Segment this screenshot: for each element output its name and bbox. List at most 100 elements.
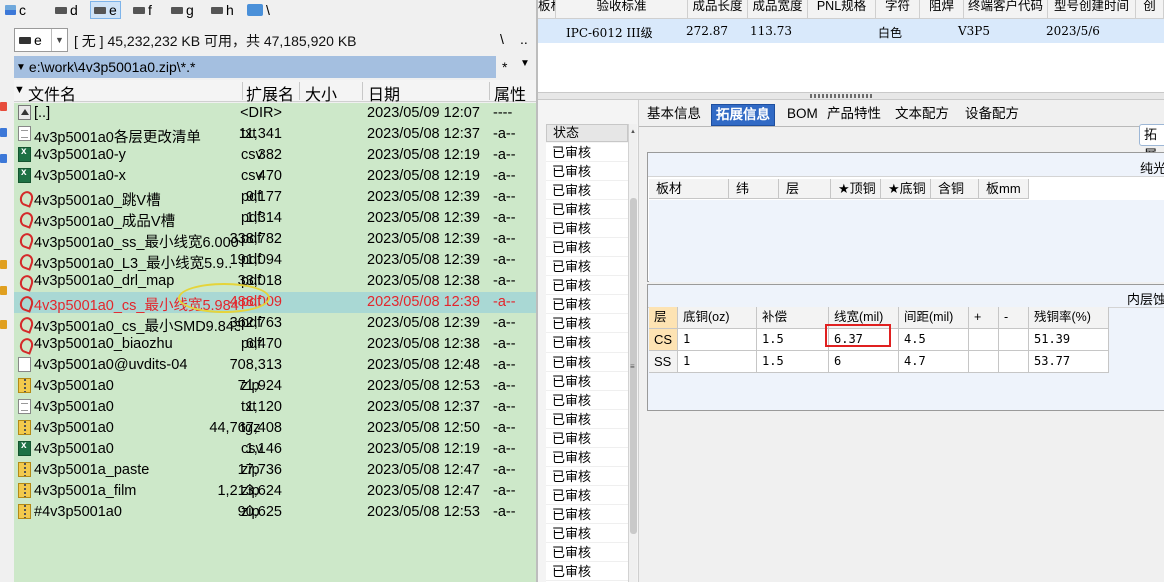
grid-column-header[interactable]: 创	[1136, 0, 1164, 19]
table-row[interactable]: IPC-6012 III级 272.87 113.73 白色 V3P5 2023/5/6	[538, 19, 1164, 43]
file-row[interactable]: 4v3p5001a0 zip 71,924 2023/05/08 12:53 -a--	[14, 376, 536, 397]
panel-column-header[interactable]: 板材	[649, 179, 729, 199]
status-cell[interactable]: 已审核	[546, 333, 628, 353]
status-cell[interactable]: 已审核	[546, 543, 628, 563]
grid-column-header[interactable]: 阻焊	[920, 0, 964, 19]
status-cell[interactable]: 已审核	[546, 219, 628, 239]
status-cell[interactable]: 已审核	[546, 486, 628, 505]
parent-dir-button[interactable]: ..	[520, 31, 528, 47]
etch-cell[interactable]: 1.5	[757, 351, 829, 373]
file-list[interactable]: [..] <DIR> 2023/05/09 12:07 ---- 4v3p5001a0各…	[14, 103, 536, 582]
status-cell[interactable]: 已审核	[546, 257, 628, 277]
tab-features[interactable]: 产品特性	[823, 104, 885, 126]
file-row[interactable]: 4v3p5001a0_cs_最小SMD9.843 pdf 362,763 2023/0…	[14, 313, 536, 335]
column-divider[interactable]	[489, 82, 490, 100]
status-cell[interactable]: 已审核	[546, 467, 628, 486]
grid-column-header[interactable]: 成品宽度	[748, 0, 808, 19]
column-header-ext[interactable]: 扩展名	[246, 81, 294, 105]
etch-cell[interactable]: 6.37	[829, 329, 899, 351]
drive-button-c[interactable]: c	[2, 1, 29, 19]
file-row[interactable]: 4v3p5001a0_成品V槽 pdf 1,314 2023/05/08 12:39-…	[14, 208, 536, 230]
grid-column-header[interactable]: 字符	[876, 0, 920, 19]
scroll-up-icon[interactable]: ▲	[630, 129, 636, 135]
file-row[interactable]: 4v3p5001a_paste zip 17,736 2023/05/08 12:47…	[14, 460, 536, 481]
column-header-name[interactable]: 文件名	[28, 81, 76, 105]
bookmark-icon[interactable]	[0, 102, 7, 111]
panel-column-header[interactable]: ★顶铜	[831, 179, 881, 199]
status-cell[interactable]: 已审核	[546, 143, 628, 163]
file-row[interactable]: 4v3p5001a0 txt 1,120 2023/05/08 12:37 -a--	[14, 397, 536, 418]
folder-icon[interactable]	[0, 154, 7, 163]
grid-column-header[interactable]: 终端客户代码	[964, 0, 1048, 19]
etch-cell[interactable]: 51.39	[1029, 329, 1109, 351]
file-row[interactable]: #4v3p5001a0 zip 90,625 2023/05/08 12:53 -a--	[14, 502, 536, 523]
file-row[interactable]: 4v3p5001a0_ss_最小线宽6.000 pdf 338,782 2023/05…	[14, 229, 536, 251]
vertical-scrollbar[interactable]: ▲ ≡	[628, 124, 637, 582]
etch-cell[interactable]	[999, 351, 1029, 373]
status-cell[interactable]: 已审核	[546, 276, 628, 296]
column-header-date[interactable]: 日期	[368, 81, 400, 105]
etch-cell[interactable]: 53.77	[1029, 351, 1109, 373]
file-row[interactable]: 4v3p5001a_film zip 1,213,624 2023/05/08 12:…	[14, 481, 536, 502]
file-row[interactable]: 4v3p5001a0-xcsv4702023/05/08 12:19-a--	[14, 166, 536, 187]
status-cell[interactable]: 已审核	[546, 505, 628, 524]
chevron-down-icon[interactable]: ▼	[520, 58, 530, 69]
file-row[interactable]: 4v3p5001a0_跳V槽 pdf 9,177 2023/05/08 12:39 -a…	[14, 187, 536, 209]
etch-cell[interactable]: 1	[678, 329, 757, 351]
drive-select[interactable]: e ▼	[14, 28, 68, 52]
status-cell[interactable]: 已审核	[546, 314, 628, 334]
etch-cell[interactable]: 6	[829, 351, 899, 373]
etch-column-header[interactable]: 线宽(mil)	[829, 307, 899, 329]
zip-icon[interactable]	[0, 286, 7, 295]
panel-column-header[interactable]: 纬	[729, 179, 779, 199]
drive-button-h[interactable]: h	[208, 1, 237, 19]
status-cell[interactable]: 已审核	[546, 448, 628, 467]
panel-column-header[interactable]: 层	[779, 179, 831, 199]
file-row[interactable]: 4v3p5001a0_biaozhu pdf 6,470 2023/05/08 12:…	[14, 334, 536, 355]
column-header-status[interactable]: 状态	[546, 124, 628, 142]
etch-cell[interactable]: 4.5	[899, 329, 969, 351]
etch-column-header[interactable]: 底铜(oz)	[678, 307, 757, 329]
expand-button[interactable]: 拓展	[1139, 124, 1164, 162]
panel-column-header[interactable]: 板mm	[979, 179, 1029, 199]
tab-equipment-recipe[interactable]: 设备配方	[961, 104, 1023, 126]
file-row[interactable]: 4v3p5001a0_cs_最小线宽5.984 pdf 488,009 2023/05…	[14, 292, 536, 314]
etch-cell[interactable]: 1	[678, 351, 757, 373]
grid-column-header[interactable]: PNL规格	[808, 0, 876, 19]
drive-button-f[interactable]: f	[130, 1, 155, 19]
etch-cell[interactable]	[999, 329, 1029, 351]
grid-column-header[interactable]: 型号创建时间	[1048, 0, 1136, 19]
splitter[interactable]	[538, 92, 1164, 100]
tab-text-recipe[interactable]: 文本配方	[891, 104, 953, 126]
chevron-down-icon[interactable]: ▼	[51, 29, 67, 51]
file-row[interactable]: 4v3p5001a0csv1,1462023/05/08 12:19-a--	[14, 439, 536, 460]
grid-column-header[interactable]: 成品长度	[688, 0, 748, 19]
status-cell[interactable]: 已审核	[546, 200, 628, 220]
status-list[interactable]: 已审核 已审核 已审核 已审核 已审核 已审核 已审核 已审核 已审核 已审核 已审核 已审核 已审核已…	[546, 143, 628, 582]
tab-basic[interactable]: 基本信息	[643, 104, 705, 126]
column-divider[interactable]	[299, 82, 300, 100]
drive-button-g[interactable]: g	[168, 1, 197, 19]
column-header-attr[interactable]: 属性	[494, 81, 526, 105]
status-cell[interactable]: 已审核	[546, 372, 628, 391]
status-cell[interactable]: 已审核	[546, 162, 628, 182]
status-cell[interactable]: 已审核	[546, 524, 628, 543]
status-cell[interactable]: 已审核	[546, 391, 628, 410]
grid-column-header[interactable]: 验收标准	[556, 0, 688, 19]
drive-button-d[interactable]: d	[52, 1, 81, 19]
etch-cell[interactable]: 1.5	[757, 329, 829, 351]
panel-column-header[interactable]: 含铜	[931, 179, 979, 199]
file-row[interactable]: 4v3p5001a0@uvdits-04 708,313 2023/05/08 12…	[14, 355, 536, 376]
drive-button-e[interactable]: e	[90, 1, 121, 19]
status-cell[interactable]: 已审核	[546, 295, 628, 315]
tab-bom[interactable]: BOM	[783, 104, 822, 126]
status-cell[interactable]: 已审核	[546, 410, 628, 429]
lock-icon[interactable]	[0, 260, 7, 269]
file-row[interactable]: 4v3p5001a0各层更改清单 txt 11,341 2023/05/08 12:3…	[14, 124, 536, 146]
drive-button-network[interactable]: \	[244, 1, 273, 19]
folder-icon[interactable]	[0, 128, 7, 137]
etch-column-header[interactable]: 间距(mil)	[899, 307, 969, 329]
history-button[interactable]: *	[502, 59, 507, 75]
file-row[interactable]: 4v3p5001a0_L3_最小线宽5.9.. pdf 191,094 2023/05…	[14, 250, 536, 272]
status-cell[interactable]: 已审核	[546, 181, 628, 201]
